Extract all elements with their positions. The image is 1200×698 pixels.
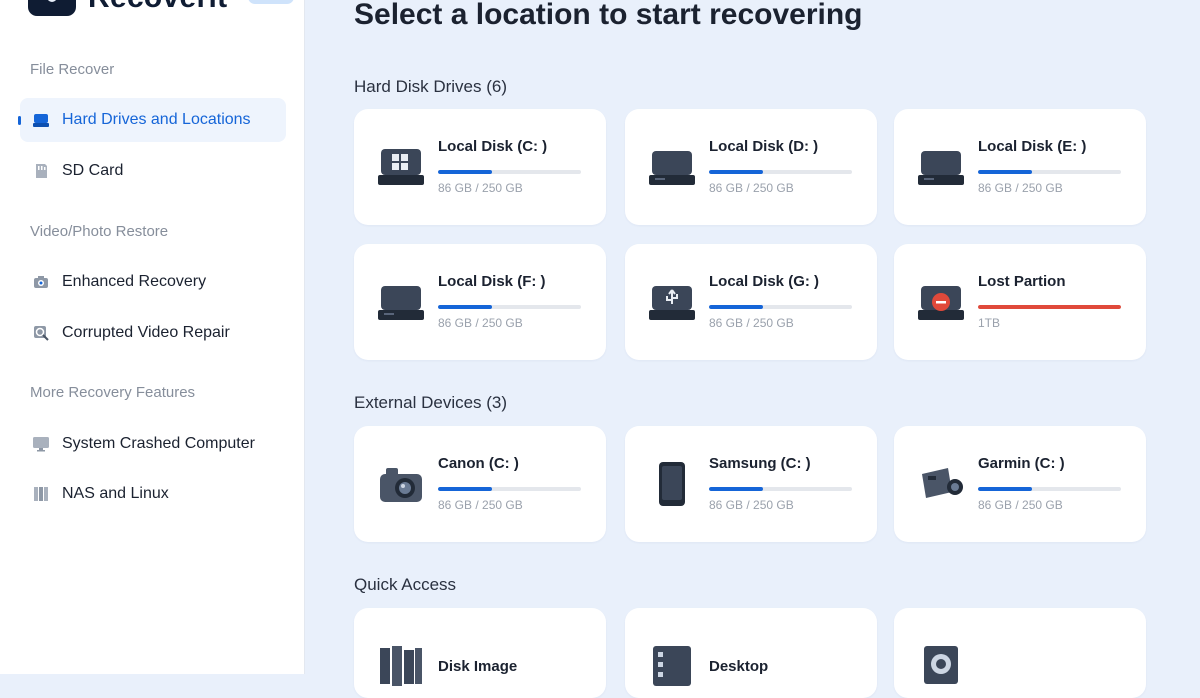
drive-name: Local Disk (D: ): [709, 138, 819, 155]
app-name: Recoverit: [88, 0, 227, 15]
quick-card-select-folder[interactable]: [894, 608, 1146, 698]
disk-image-icon: [378, 644, 424, 688]
monitor-icon: [32, 435, 50, 453]
drive-icon: [378, 280, 424, 324]
drive-card-e[interactable]: Local Disk (E: ) 86 GB / 250 GB: [894, 109, 1146, 225]
enhanced-recovery-icon: [32, 273, 50, 291]
sidebar-item-label: SD Card: [62, 162, 124, 179]
select-folder-icon: [918, 644, 964, 688]
usage-bar: [709, 305, 852, 309]
usage-bar: [438, 305, 581, 309]
usage-bar-fill: [438, 305, 493, 309]
drive-card-g[interactable]: Local Disk (G: ) 86 GB / 250 GB: [625, 244, 877, 360]
usage-bar-fill: [438, 487, 493, 491]
drive-usage: 86 GB / 250 GB: [709, 316, 794, 330]
sidebar: Recoverit File Recover Hard Drives and L…: [0, 0, 305, 674]
usage-bar-fill: [709, 487, 764, 491]
sidebar-item-nas-linux[interactable]: NAS and Linux: [20, 472, 286, 516]
action-camera-icon: [918, 462, 964, 506]
main-content: Select a location to start recovering Ha…: [305, 0, 1200, 698]
logo-badge: [248, 0, 294, 4]
quick-access-name: Disk Image: [438, 658, 518, 675]
drive-usage: 86 GB / 250 GB: [438, 181, 523, 195]
device-usage: 86 GB / 250 GB: [438, 498, 523, 512]
device-usage: 86 GB / 250 GB: [709, 498, 794, 512]
usage-bar-fill: [709, 305, 764, 309]
drive-icon: [918, 145, 964, 189]
usage-bar-fill: [709, 170, 764, 174]
device-card-garmin[interactable]: Garmin (C: ) 86 GB / 250 GB: [894, 426, 1146, 542]
usage-bar-fill: [978, 487, 1033, 491]
sd-card-icon: [32, 162, 50, 180]
device-card-canon[interactable]: Canon (C: ) 86 GB / 250 GB: [354, 426, 606, 542]
usage-bar-fill: [438, 170, 493, 174]
sidebar-item-label: System Crashed Computer: [62, 435, 255, 452]
usage-bar: [709, 170, 852, 174]
usage-bar: [978, 170, 1121, 174]
drive-icon: [649, 145, 695, 189]
drive-name: Local Disk (E: ): [978, 138, 1087, 155]
device-name: Garmin (C: ): [978, 455, 1065, 472]
usage-bar: [438, 487, 581, 491]
sidebar-item-enhanced-recovery[interactable]: Enhanced Recovery: [20, 260, 286, 304]
drive-usage: 86 GB / 250 GB: [438, 316, 523, 330]
sidebar-item-system-crashed[interactable]: System Crashed Computer: [20, 422, 286, 466]
drive-card-d[interactable]: Local Disk (D: ) 86 GB / 250 GB: [625, 109, 877, 225]
quick-card-disk-image[interactable]: Disk Image: [354, 608, 606, 698]
device-name: Samsung (C: ): [709, 455, 811, 472]
usb-drive-icon: [649, 280, 695, 324]
hard-drive-icon: [32, 111, 50, 129]
device-name: Canon (C: ): [438, 455, 519, 472]
drive-name: Lost Partion: [978, 273, 1066, 290]
usage-bar: [978, 487, 1121, 491]
page-title: Select a location to start recovering: [354, 0, 863, 31]
drive-name: Local Disk (C: ): [438, 138, 548, 155]
phone-icon: [649, 462, 695, 506]
section-label-video-photo: Video/Photo Restore: [30, 223, 169, 240]
drive-card-c[interactable]: Local Disk (C: ) 86 GB / 250 GB: [354, 109, 606, 225]
desktop-icon: [649, 644, 695, 688]
sidebar-item-sd-card[interactable]: SD Card: [20, 149, 286, 193]
app-logo: Recoverit: [28, 0, 227, 18]
drive-card-lost-partition[interactable]: Lost Partion 1TB: [894, 244, 1146, 360]
lost-partition-icon: [918, 280, 964, 324]
camera-icon: [378, 462, 424, 506]
video-repair-icon: [32, 324, 50, 342]
section-label-more-features: More Recovery Features: [30, 384, 196, 401]
quick-access-name: Desktop: [709, 658, 769, 675]
usage-bar: [978, 305, 1121, 309]
sidebar-item-label: Hard Drives and Locations: [62, 111, 251, 128]
drive-card-f[interactable]: Local Disk (F: ) 86 GB / 250 GB: [354, 244, 606, 360]
section-label-file-recover: File Recover: [30, 61, 115, 78]
drive-name: Local Disk (G: ): [709, 273, 820, 290]
windows-drive-icon: [378, 145, 424, 189]
sidebar-item-label: NAS and Linux: [62, 485, 169, 502]
recoverit-logo-icon: [28, 0, 76, 16]
usage-bar: [438, 170, 581, 174]
device-card-samsung[interactable]: Samsung (C: ) 86 GB / 250 GB: [625, 426, 877, 542]
nas-icon: [32, 485, 50, 503]
active-indicator: [18, 116, 21, 125]
usage-bar-fill: [978, 170, 1033, 174]
drive-name: Local Disk (F: ): [438, 273, 546, 290]
drive-usage: 86 GB / 250 GB: [978, 181, 1063, 195]
sidebar-item-hard-drives[interactable]: Hard Drives and Locations: [18, 98, 286, 142]
usage-bar-fill: [978, 305, 1121, 309]
hard-disk-drives-title: Hard Disk Drives (6): [354, 77, 508, 96]
drive-usage: 1TB: [978, 316, 1001, 330]
usage-bar: [709, 487, 852, 491]
external-devices-title: External Devices (3): [354, 393, 508, 412]
sidebar-item-label: Enhanced Recovery: [62, 273, 207, 290]
sidebar-item-label: Corrupted Video Repair: [62, 324, 230, 341]
device-usage: 86 GB / 250 GB: [978, 498, 1063, 512]
drive-usage: 86 GB / 250 GB: [709, 181, 794, 195]
sidebar-item-corrupted-video-repair[interactable]: Corrupted Video Repair: [20, 311, 286, 355]
quick-card-desktop[interactable]: Desktop: [625, 608, 877, 698]
quick-access-title: Quick Access: [354, 575, 457, 594]
